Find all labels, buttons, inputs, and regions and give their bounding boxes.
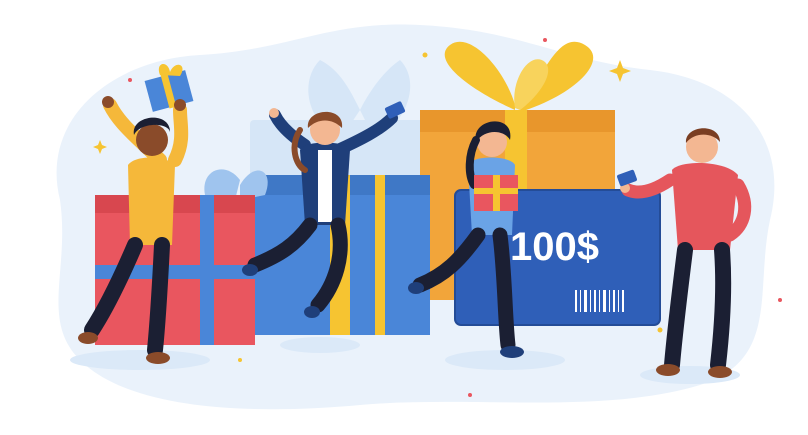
gift-icon [474, 175, 518, 211]
gift-card-amount: 100$ [510, 225, 599, 269]
gift-celebration-illustration: 100$ [56, 24, 782, 410]
